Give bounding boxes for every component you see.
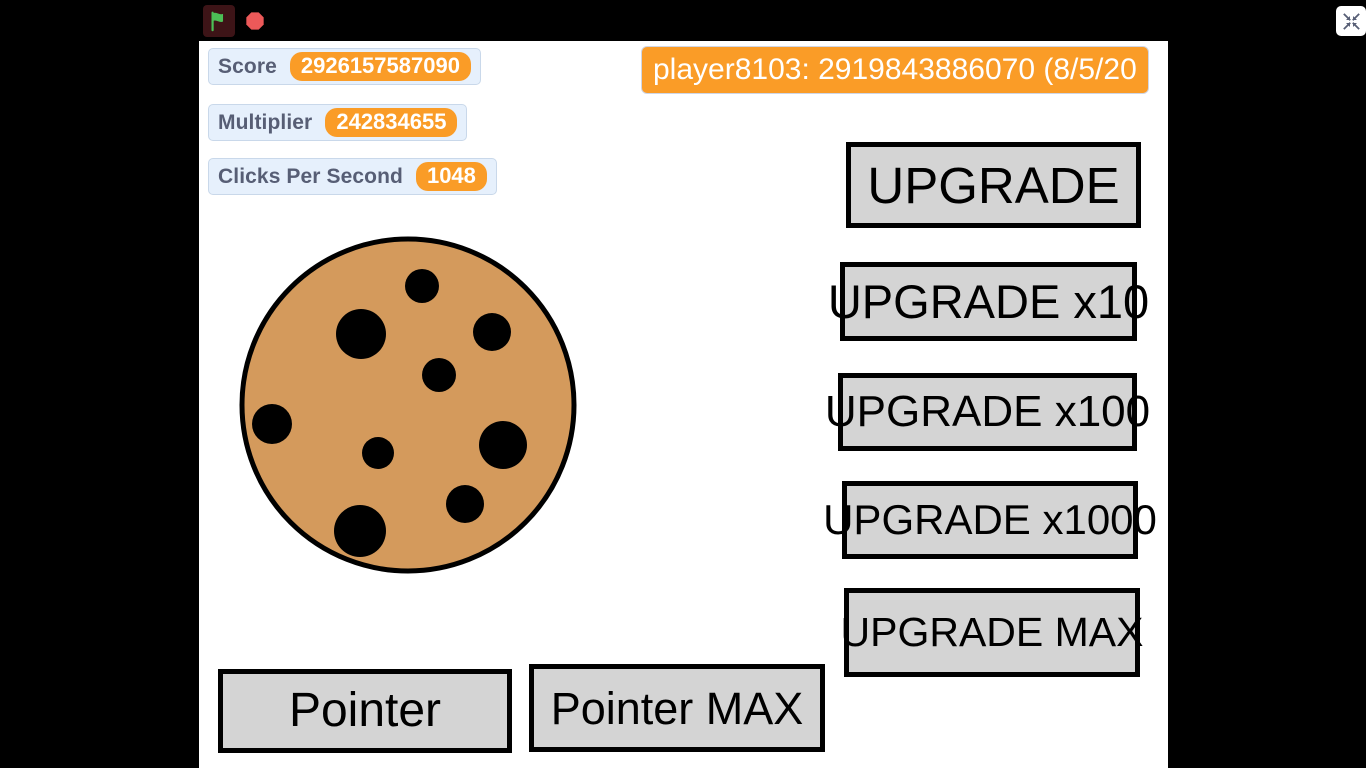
upgrade-x10-button-label: UPGRADE x10 <box>827 275 1150 328</box>
cookie-chip <box>336 309 386 359</box>
upgrade-x1000-button[interactable]: UPGRADE x1000 <box>823 481 1157 559</box>
upgrade-button[interactable]: UPGRADE <box>846 142 1141 228</box>
pointer-max-button[interactable]: Pointer MAX <box>529 664 825 752</box>
monitor-multiplier-label: Multiplier <box>218 110 313 134</box>
cookie-chip <box>405 269 439 303</box>
cookie-chip <box>422 358 456 392</box>
stop-button[interactable] <box>239 5 271 37</box>
upgrade-x100-button-label: UPGRADE x100 <box>824 387 1151 436</box>
monitor-leaderboard[interactable]: player8103: 2919843886070 (8/5/20 <box>641 46 1149 94</box>
monitor-clicks-per-second[interactable]: Clicks Per Second 1048 <box>208 158 497 195</box>
upgrade-x10-button[interactable]: UPGRADE x10 <box>828 262 1149 341</box>
monitor-multiplier-value: 242834655 <box>325 108 458 137</box>
scratch-fullscreen-player: Score 2926157587090 Multiplier 242834655… <box>0 0 1366 768</box>
scratch-control-bar <box>199 0 1366 41</box>
pointer-button-label: Pointer <box>288 684 442 737</box>
cookie-chip <box>334 505 386 557</box>
upgrade-button-label: UPGRADE <box>867 156 1120 214</box>
upgrade-max-button-label: UPGRADE MAX <box>840 609 1144 655</box>
monitor-score-label: Score <box>218 54 277 78</box>
cookie-sprite[interactable] <box>237 234 579 576</box>
monitor-clicks-per-second-value: 1048 <box>415 162 487 191</box>
cookie-chip <box>362 437 394 469</box>
monitor-score[interactable]: Score 2926157587090 <box>208 48 481 85</box>
upgrade-max-button[interactable]: UPGRADE MAX <box>841 588 1144 677</box>
unfullscreen-button[interactable] <box>1336 6 1366 36</box>
green-flag-icon <box>208 10 230 32</box>
upgrade-x100-button[interactable]: UPGRADE x100 <box>825 373 1150 451</box>
cookie-chip <box>473 313 511 351</box>
monitor-score-value: 2926157587090 <box>289 52 471 81</box>
pointer-max-button-label: Pointer MAX <box>550 682 804 734</box>
green-flag-button[interactable] <box>203 5 235 37</box>
cookie-chip <box>252 404 292 444</box>
cookie-chip <box>446 485 484 523</box>
cookie-chip <box>479 421 527 469</box>
monitor-clicks-per-second-label: Clicks Per Second <box>218 164 403 188</box>
scratch-stage[interactable]: Score 2926157587090 Multiplier 242834655… <box>199 41 1168 768</box>
upgrade-x1000-button-label: UPGRADE x1000 <box>823 496 1157 543</box>
pointer-button[interactable]: Pointer <box>218 669 512 753</box>
unfullscreen-arrows-icon <box>1342 12 1361 31</box>
monitor-leaderboard-value: player8103: 2919843886070 (8/5/20 <box>653 53 1137 86</box>
monitor-multiplier[interactable]: Multiplier 242834655 <box>208 104 468 141</box>
stop-sign-icon <box>245 11 265 31</box>
